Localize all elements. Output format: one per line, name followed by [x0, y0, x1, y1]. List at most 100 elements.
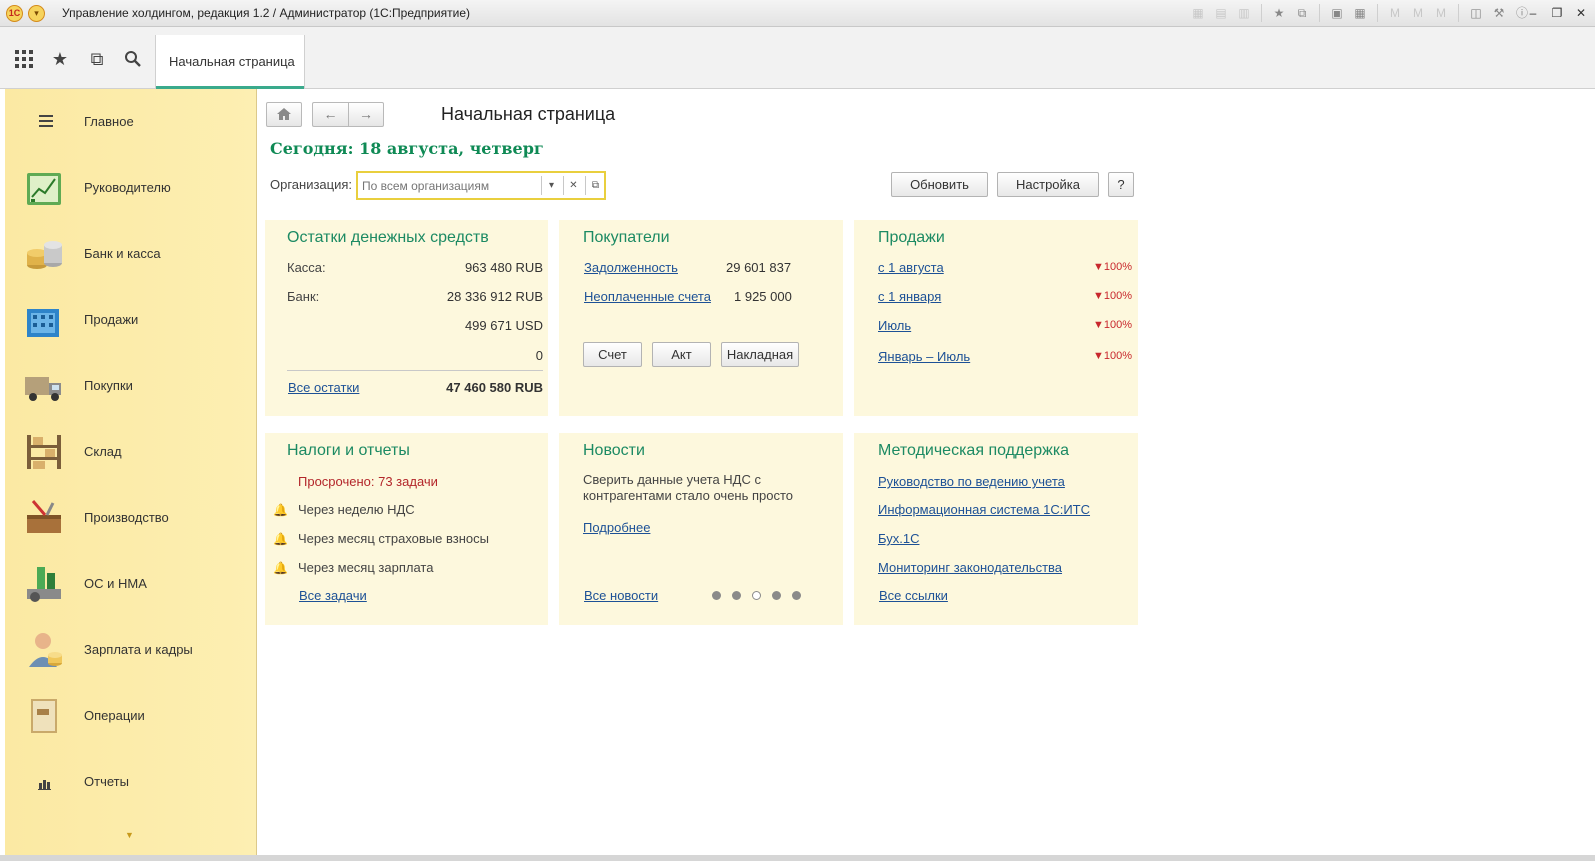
- news-page-dot[interactable]: [772, 591, 781, 600]
- favorites-star-icon[interactable]: ★: [48, 47, 72, 71]
- sidebar-item-purchases[interactable]: Покупки: [5, 353, 257, 419]
- tools-icon[interactable]: ⚒: [1490, 4, 1508, 22]
- search-icon[interactable]: [121, 47, 145, 71]
- sales-panel: Продажи с 1 августа ▼100% с 1 января ▼10…: [854, 220, 1138, 416]
- sidebar-item-sales[interactable]: Продажи: [5, 287, 257, 353]
- memory-plus-icon[interactable]: M: [1409, 4, 1427, 22]
- assets-icon: [23, 563, 67, 605]
- close-icon[interactable]: ✕: [1573, 4, 1589, 22]
- news-text: Сверить данные учета НДС с контрагентами…: [583, 472, 794, 503]
- debt-link[interactable]: Задолженность: [584, 260, 678, 275]
- task-bell-icon: 🔔: [273, 561, 288, 575]
- toolbar-divider: [1458, 4, 1459, 22]
- home-button[interactable]: [266, 102, 302, 127]
- unpaid-invoices-link[interactable]: Неоплаченные счета: [584, 289, 711, 304]
- history-icon[interactable]: ⧉: [85, 47, 109, 71]
- all-links-link[interactable]: Все ссылки: [879, 588, 948, 603]
- add-favorite-icon[interactable]: ★: [1270, 4, 1288, 22]
- calculator-icon[interactable]: ▣: [1328, 4, 1346, 22]
- sections-grid-icon[interactable]: [12, 47, 36, 71]
- organization-input[interactable]: [362, 176, 542, 195]
- sidebar-item-label: Склад: [84, 444, 122, 459]
- bank-label: Банк:: [287, 289, 320, 304]
- sales-july-link[interactable]: Июль: [878, 318, 911, 333]
- task-bell-icon: 🔔: [273, 532, 288, 546]
- toolbar-divider: [1261, 4, 1262, 22]
- sections-sidebar: Главное Руководителю Банк и касса Продаж…: [5, 89, 257, 855]
- sidebar-item-label: Главное: [84, 114, 134, 129]
- kassa-value: 963 480 RUB: [464, 260, 543, 275]
- buyers-panel: Покупатели Задолженность 29 601 837 Неоп…: [559, 220, 843, 416]
- bank-usd-value: 499 671 USD: [464, 318, 543, 333]
- support-link[interactable]: Руководство по ведению учета: [878, 474, 1065, 489]
- support-link[interactable]: Бух.1С: [878, 531, 919, 546]
- task-item: Через месяц страховые взносы: [298, 531, 489, 546]
- organization-field: ▾ ✕ ⧉: [356, 171, 606, 200]
- sidebar-item-assets[interactable]: ОС и НМА: [5, 551, 257, 617]
- support-panel-title: Методическая поддержка: [878, 442, 1070, 459]
- all-tasks-link[interactable]: Все задачи: [299, 588, 367, 603]
- preview-icon[interactable]: ▥: [1235, 4, 1253, 22]
- window-bottom-border: [0, 855, 1595, 861]
- sidebar-item-payroll[interactable]: Зарплата и кадры: [5, 617, 257, 683]
- dropdown-chevron-icon[interactable]: ▾: [541, 176, 561, 195]
- sidebar-item-production[interactable]: Производство: [5, 485, 257, 551]
- open-icon[interactable]: ⧉: [585, 176, 605, 195]
- link-icon[interactable]: ⧉: [1293, 4, 1311, 22]
- buyers-panel-title: Покупатели: [583, 229, 670, 246]
- truck-icon: [23, 365, 67, 407]
- minimize-icon[interactable]: –: [1525, 4, 1541, 22]
- kassa-label: Касса:: [287, 260, 326, 275]
- sidebar-item-manager[interactable]: Руководителю: [5, 155, 257, 221]
- invoice-button[interactable]: Счет: [583, 342, 642, 367]
- news-more-link[interactable]: Подробнее: [583, 520, 650, 535]
- news-page-dot[interactable]: [712, 591, 721, 600]
- support-link[interactable]: Информационная система 1С:ИТС: [878, 502, 1090, 517]
- all-news-link[interactable]: Все новости: [584, 588, 658, 603]
- panels-icon[interactable]: ◫: [1467, 4, 1485, 22]
- help-button[interactable]: ?: [1108, 172, 1134, 197]
- all-balances-link[interactable]: Все остатки: [288, 380, 359, 395]
- memory-m-icon[interactable]: M: [1386, 4, 1404, 22]
- cash-panel-title: Остатки денежных средств: [287, 229, 489, 246]
- sidebar-item-label: Отчеты: [84, 774, 129, 789]
- clear-icon[interactable]: ✕: [563, 176, 583, 195]
- total-balance: 47 460 580 RUB: [446, 380, 543, 395]
- sidebar-item-reports[interactable]: Отчеты: [5, 749, 257, 815]
- refresh-button[interactable]: Обновить: [891, 172, 988, 197]
- sidebar-item-main[interactable]: Главное: [5, 89, 257, 155]
- waybill-button[interactable]: Накладная: [721, 342, 799, 367]
- act-button[interactable]: Акт: [652, 342, 711, 367]
- back-button[interactable]: ←: [312, 102, 348, 127]
- sales-since-august-link[interactable]: с 1 августа: [878, 260, 944, 275]
- sidebar-item-warehouse[interactable]: Склад: [5, 419, 257, 485]
- app-logo-icon[interactable]: 1C: [6, 5, 23, 22]
- toolbar-divider: [1377, 4, 1378, 22]
- tab-home-page[interactable]: Начальная страница: [155, 35, 305, 89]
- sidebar-item-operations[interactable]: Операции: [5, 683, 257, 749]
- support-panel: Методическая поддержка Руководство по ве…: [854, 433, 1138, 625]
- news-page-dot[interactable]: [792, 591, 801, 600]
- settings-button[interactable]: Настройка: [997, 172, 1099, 197]
- calendar-icon[interactable]: ▦: [1351, 4, 1369, 22]
- sidebar-item-label: Операции: [84, 708, 145, 723]
- print-icon[interactable]: ▤: [1212, 4, 1230, 22]
- news-page-dot[interactable]: [732, 591, 741, 600]
- sidebar-item-label: ОС и НМА: [84, 576, 147, 591]
- news-page-dot-active[interactable]: [752, 591, 761, 600]
- page-title: Начальная страница: [441, 104, 616, 124]
- support-link[interactable]: Мониторинг законодательства: [878, 560, 1062, 575]
- memory-minus-icon[interactable]: M: [1432, 4, 1450, 22]
- sales-jan-jul-link[interactable]: Январь – Июль: [878, 349, 970, 364]
- task-item: Через неделю НДС: [298, 502, 415, 517]
- restore-icon[interactable]: ❐: [1549, 4, 1565, 22]
- sidebar-item-label: Зарплата и кадры: [84, 642, 193, 657]
- sales-since-january-link[interactable]: с 1 января: [878, 289, 941, 304]
- sidebar-scroll-down-icon[interactable]: ▼: [125, 830, 134, 840]
- sidebar-item-bank[interactable]: Банк и касса: [5, 221, 257, 287]
- bar-chart-icon: [23, 761, 67, 803]
- app-menu-icon[interactable]: ▾: [28, 5, 45, 22]
- forward-button[interactable]: →: [348, 102, 384, 127]
- warehouse-icon: [23, 431, 67, 473]
- save-icon[interactable]: ▦: [1189, 4, 1207, 22]
